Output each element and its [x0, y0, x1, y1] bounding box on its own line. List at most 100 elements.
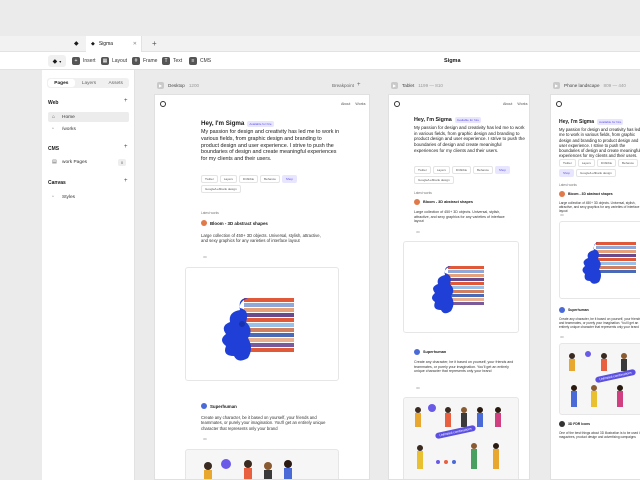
nav-works[interactable]: Works [355, 102, 365, 106]
framer-logo-icon[interactable]: ◆ [74, 40, 79, 47]
skill-chip[interactable]: Layers [432, 166, 450, 174]
main-menu-button[interactable]: ◆ ▾ [48, 55, 66, 67]
skill-chip[interactable]: Shop [494, 166, 510, 174]
frame-tablet[interactable]: About Works Hey, I'm Sigma Available for… [388, 94, 530, 480]
chevron-down-icon: ▾ [59, 58, 62, 64]
nav-works[interactable]: Works [517, 102, 527, 106]
sidebar-item-styles[interactable]: ▫ Styles [48, 192, 129, 202]
sidebar-item-home[interactable]: ⌂ Home [48, 112, 129, 122]
add-web-page-button[interactable]: + [124, 98, 128, 104]
frame-desktop[interactable]: About Works Hey, I'm Sigma Available for… [154, 94, 370, 480]
work-title-text: Superhuman [423, 350, 447, 354]
work-avatar-icon [559, 191, 565, 197]
breakpoint-button[interactable]: Breakpoint + [332, 82, 360, 88]
nav-about[interactable]: About [503, 102, 512, 106]
text-icon: T [162, 57, 170, 65]
site-logo-icon [160, 101, 166, 107]
skill-chip[interactable]: Google/Leftbank design [576, 169, 616, 177]
skill-chip[interactable]: Google/Leftbank design [201, 185, 241, 193]
section-canvas: Canvas [48, 180, 66, 186]
play-icon[interactable]: ▶ [553, 81, 560, 89]
skill-chips: Twitter Layers Dribbble Behance Shop Goo… [201, 175, 311, 193]
skill-chip[interactable]: Dribbble [451, 166, 472, 174]
tab-title: Sigma [98, 41, 114, 47]
bloom-card[interactable] [403, 241, 519, 333]
sidebar-item-works[interactable]: ▫ /works [48, 124, 129, 134]
frame-header-phone[interactable]: ▶ Phone landscape 809 — 440 [553, 80, 626, 90]
work-title-text: Superhuman [210, 403, 237, 409]
text-button[interactable]: T Text [162, 56, 182, 66]
tab-pages[interactable]: Pages [48, 79, 75, 87]
skill-chip[interactable]: Shop [559, 169, 575, 177]
skill-chip[interactable]: Dribbble [596, 159, 617, 167]
work-title-text: Superhuman [568, 308, 589, 312]
work-title[interactable]: Bloom - 3D abstract shapes [414, 199, 473, 205]
insert-button[interactable]: + Insert [72, 56, 96, 66]
hero-name: Hey, I'm Sigma [559, 119, 594, 125]
play-icon[interactable]: ▶ [157, 81, 164, 89]
sidebar-item-work-pages[interactable]: ▤ work Pages [48, 157, 129, 167]
frame-header-tablet[interactable]: ▶ Tablet 1199 — 810 [391, 80, 443, 90]
skill-chip[interactable]: Google/Leftbank design [414, 176, 454, 184]
breakpoint-label: Breakpoint [332, 82, 354, 88]
skill-chip[interactable]: Shop [281, 175, 297, 183]
skill-chip[interactable]: Twitter [414, 166, 431, 174]
skill-chip[interactable]: Behance [473, 166, 493, 174]
frame-phone-landscape[interactable]: Hey, I'm Sigma Available for hire My pas… [550, 94, 640, 480]
skill-chip[interactable]: Layers [577, 159, 595, 167]
work-title[interactable]: 3D FDR Icons [559, 421, 590, 427]
skill-chip[interactable]: Twitter [201, 175, 218, 183]
work-avatar-icon [201, 403, 207, 409]
section-web: Web [48, 100, 59, 106]
superhuman-card[interactable] [403, 397, 519, 479]
site-logo-icon [394, 101, 400, 107]
work-avatar-icon [559, 421, 565, 427]
work-avatar-icon [559, 307, 565, 313]
work-title[interactable]: Bloom - 3D abstract shapes [559, 191, 613, 197]
bloom-card[interactable] [559, 221, 640, 299]
work-tag: 3D [203, 255, 207, 259]
work-title[interactable]: Superhuman [201, 403, 237, 409]
character-figures-icon [204, 459, 292, 479]
skill-chip[interactable]: Behance [618, 159, 638, 167]
frame-width: 809 — 440 [603, 82, 626, 88]
sidebar-item-label: work Pages [62, 159, 88, 165]
work-title-text: 3D FDR Icons [568, 422, 591, 426]
close-tab-icon[interactable]: ✕ [133, 41, 137, 47]
skill-chip[interactable]: Layers [219, 175, 237, 183]
work-title-text: Bloom - 3D abstract shapes [568, 192, 613, 196]
cms-button[interactable]: ≡ CMS [189, 56, 211, 66]
work-tag: 3D [560, 213, 564, 217]
add-cms-button[interactable]: + [124, 144, 128, 150]
site-nav: About Works [341, 102, 366, 106]
superhuman-card[interactable] [185, 449, 339, 479]
work-avatar-icon [414, 349, 420, 355]
tab-assets[interactable]: Assets [102, 78, 129, 88]
tab-sigma[interactable]: ◆ Sigma ✕ [86, 36, 142, 52]
frame-icon: # [132, 57, 140, 65]
frame-header-desktop[interactable]: ▶ Desktop 1200 [157, 80, 199, 90]
frame-label: Frame [143, 58, 158, 64]
section-cms: CMS [48, 146, 60, 152]
framer-logo-icon: ◆ [91, 41, 95, 47]
new-tab-button[interactable]: + [152, 39, 157, 48]
work-title[interactable]: Bloom - 3D abstract shapes [201, 220, 268, 226]
bloom-card[interactable] [185, 267, 339, 381]
skill-chip[interactable]: Twitter [559, 159, 576, 167]
sidebar-item-label: Styles [62, 194, 76, 200]
project-title: Sigma [444, 58, 461, 64]
add-canvas-button[interactable]: + [124, 178, 128, 184]
play-icon[interactable]: ▶ [391, 81, 398, 89]
frame-button[interactable]: # Frame [132, 56, 157, 66]
hero-bio: My passion for design and creativity has… [201, 129, 340, 162]
skill-chip[interactable]: Dribbble [238, 175, 259, 183]
work-tag: 3D [560, 335, 564, 339]
tab-layers[interactable]: Layers [76, 78, 103, 88]
sidebar-item-label: Home [62, 114, 75, 120]
skill-chip[interactable]: Behance [260, 175, 280, 183]
work-title[interactable]: Superhuman [414, 349, 446, 355]
layout-button[interactable]: ▦ Layout [101, 56, 127, 66]
skill-chips: Twitter Layers Dribbble Behance Shop Goo… [559, 159, 640, 177]
work-title[interactable]: Superhuman [559, 307, 589, 313]
nav-about[interactable]: About [341, 102, 350, 106]
